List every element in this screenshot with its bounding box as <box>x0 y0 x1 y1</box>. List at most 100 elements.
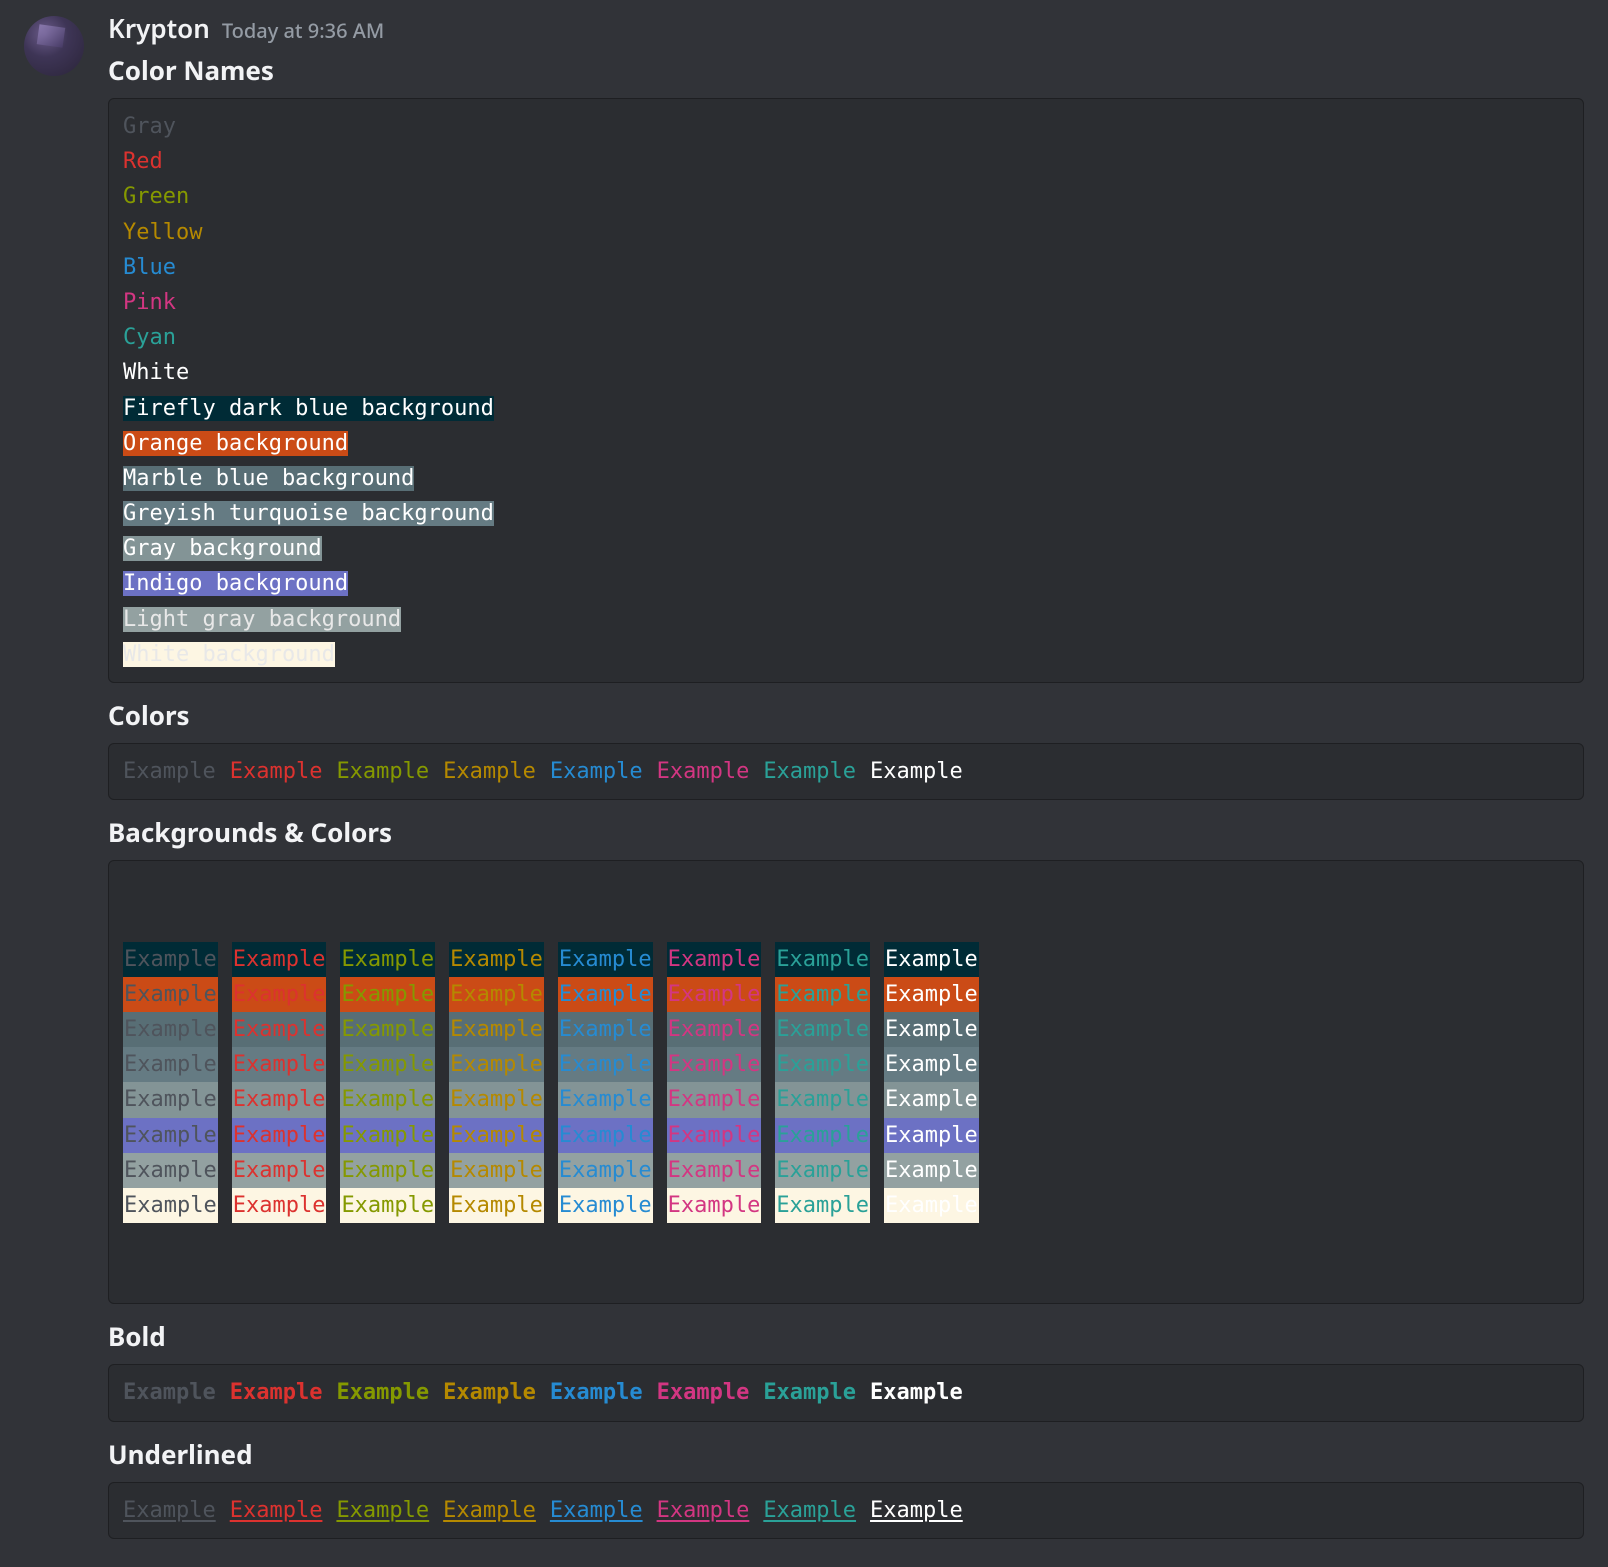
example-bg5-fg4: Example <box>558 1118 653 1153</box>
example-bg4-fg2: Example <box>340 1082 435 1117</box>
color-name-line: Gray background <box>123 531 1569 566</box>
codeblock-color-names[interactable]: GrayRedGreenYellowBluePinkCyanWhiteFiref… <box>108 98 1584 683</box>
color-name-token: Firefly dark blue background <box>123 396 494 421</box>
color-name-line: Blue <box>123 250 1569 285</box>
example-bg4-fg4: Example <box>558 1082 653 1117</box>
example-bg5-fg1: Example <box>232 1118 327 1153</box>
message: Krypton Today at 9:36 AM Color Names Gra… <box>0 0 1608 1567</box>
example-bg1-fg0: Example <box>123 977 218 1012</box>
example-bg7-fg2: Example <box>340 1188 435 1223</box>
heading-underlined: Underlined <box>108 1436 1584 1472</box>
codeblock-bg-colors[interactable]: ExampleExampleExampleExampleExampleExamp… <box>108 860 1584 1304</box>
example-fg5: Example <box>657 759 750 784</box>
color-name-token: Green <box>123 184 189 209</box>
example-bg0-fg2: Example <box>340 942 435 977</box>
example-bg7-fg3: Example <box>449 1188 544 1223</box>
example-fg1: Example <box>230 1498 323 1523</box>
example-bg7-fg0: Example <box>123 1188 218 1223</box>
example-bg7-fg7: Example <box>884 1188 979 1223</box>
author-name[interactable]: Krypton <box>108 10 210 46</box>
color-name-token: Red <box>123 149 163 174</box>
example-bg0-fg0: Example <box>123 942 218 977</box>
example-bg7-fg4: Example <box>558 1188 653 1223</box>
example-bg0-fg3: Example <box>449 942 544 977</box>
example-bg6-fg6: Example <box>775 1153 870 1188</box>
example-fg7: Example <box>870 1498 963 1523</box>
example-bg4-fg0: Example <box>123 1082 218 1117</box>
example-bg5-fg7: Example <box>884 1118 979 1153</box>
example-fg3: Example <box>443 1380 536 1405</box>
example-bg0-fg5: Example <box>667 942 762 977</box>
color-name-line: Red <box>123 144 1569 179</box>
color-name-line: Firefly dark blue background <box>123 391 1569 426</box>
codeblock-underlined[interactable]: Example Example Example Example Example Examp… <box>108 1482 1584 1539</box>
bgcolor-row: ExampleExampleExampleExampleExampleExamp… <box>123 1012 1569 1047</box>
example-bg6-fg5: Example <box>667 1153 762 1188</box>
example-fg0: Example <box>123 1380 216 1405</box>
example-bg1-fg6: Example <box>775 977 870 1012</box>
example-bg7-fg1: Example <box>232 1188 327 1223</box>
example-bg5-fg0: Example <box>123 1118 218 1153</box>
color-name-line: Indigo background <box>123 566 1569 601</box>
color-name-token: Greyish turquoise background <box>123 501 494 526</box>
example-bg3-fg3: Example <box>449 1047 544 1082</box>
example-bg4-fg3: Example <box>449 1082 544 1117</box>
example-bg3-fg4: Example <box>558 1047 653 1082</box>
example-bg6-fg4: Example <box>558 1153 653 1188</box>
example-bg5-fg3: Example <box>449 1118 544 1153</box>
color-name-token: White background <box>123 642 335 667</box>
example-fg3: Example <box>443 759 536 784</box>
example-bg1-fg5: Example <box>667 977 762 1012</box>
example-fg2: Example <box>336 759 429 784</box>
example-fg2: Example <box>336 1498 429 1523</box>
color-name-line: Green <box>123 179 1569 214</box>
example-bg1-fg4: Example <box>558 977 653 1012</box>
example-fg3: Example <box>443 1498 536 1523</box>
example-bg3-fg0: Example <box>123 1047 218 1082</box>
color-name-line: Greyish turquoise background <box>123 496 1569 531</box>
example-bg3-fg1: Example <box>232 1047 327 1082</box>
example-fg7: Example <box>870 759 963 784</box>
example-bg2-fg3: Example <box>449 1012 544 1047</box>
example-bg3-fg5: Example <box>667 1047 762 1082</box>
example-fg4: Example <box>550 759 643 784</box>
codeblock-bold[interactable]: ExampleExampleExampleExampleExampleExamp… <box>108 1364 1584 1421</box>
example-bg0-fg6: Example <box>775 942 870 977</box>
example-bg4-fg6: Example <box>775 1082 870 1117</box>
bgcolor-row: Example Example Example Example Example Examp… <box>123 977 1569 1012</box>
example-fg0: Example <box>123 1498 216 1523</box>
color-name-line: Light gray background <box>123 602 1569 637</box>
color-name-token: Orange background <box>123 431 348 456</box>
codeblock-colors[interactable]: Example Example Example Example Example Examp… <box>108 743 1584 800</box>
example-fg1: Example <box>230 759 323 784</box>
example-bg5-fg2: Example <box>340 1118 435 1153</box>
color-name-token: Light gray background <box>123 607 401 632</box>
bgcolor-row: Example Example Example Example Example Examp… <box>123 1118 1569 1153</box>
example-bg1-fg1: Example <box>232 977 327 1012</box>
example-bg6-fg2: Example <box>340 1153 435 1188</box>
color-name-line: White background <box>123 637 1569 672</box>
example-fg2: Example <box>336 1380 429 1405</box>
example-bg2-fg1: Example <box>232 1012 327 1047</box>
example-bg7-fg5: Example <box>667 1188 762 1223</box>
color-name-token: Pink <box>123 290 176 315</box>
heading-color-names: Color Names <box>108 52 1584 88</box>
example-fg5: Example <box>657 1498 750 1523</box>
message-header: Krypton Today at 9:36 AM <box>108 10 1584 46</box>
example-bg7-fg6: Example <box>775 1188 870 1223</box>
color-name-token: Yellow <box>123 220 202 245</box>
example-bg1-fg7: Example <box>884 977 979 1012</box>
example-fg6: Example <box>763 1498 856 1523</box>
message-timestamp: Today at 9:36 AM <box>222 17 384 44</box>
example-bg6-fg1: Example <box>232 1153 327 1188</box>
color-name-line: White <box>123 355 1569 390</box>
color-name-line: Cyan <box>123 320 1569 355</box>
example-fg6: Example <box>763 759 856 784</box>
example-bg3-fg7: Example <box>884 1047 979 1082</box>
color-name-token: Cyan <box>123 325 176 350</box>
example-fg4: Example <box>550 1380 643 1405</box>
example-bg3-fg6: Example <box>775 1047 870 1082</box>
avatar[interactable] <box>24 16 84 76</box>
example-bg2-fg7: Example <box>884 1012 979 1047</box>
example-bg6-fg3: Example <box>449 1153 544 1188</box>
